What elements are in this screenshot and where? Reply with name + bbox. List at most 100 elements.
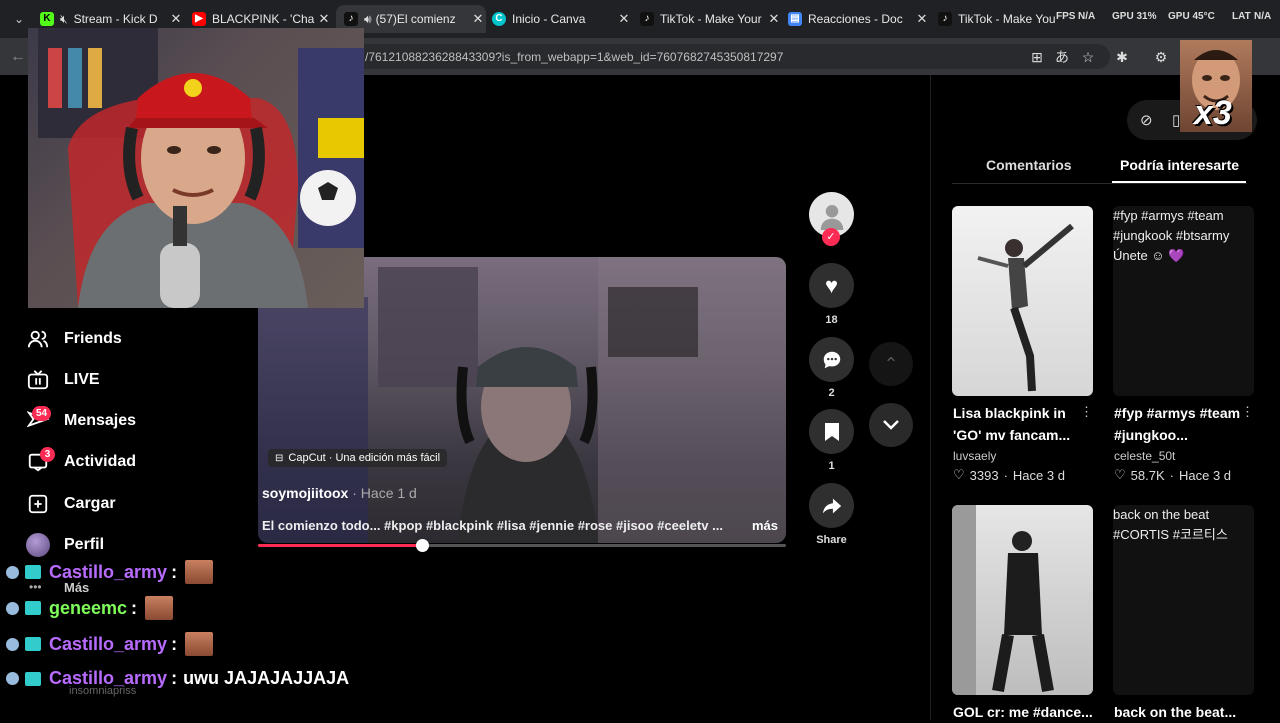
shield-badge-icon [6,601,19,615]
sidebar-item-live[interactable]: LIVE [26,368,100,392]
video-author[interactable]: soymojiitoox · Hace 1 d [262,485,417,501]
video-time: · Hace 1 d [352,485,417,501]
kick-icon: K [40,12,54,26]
close-tab-icon[interactable]: ✕ [766,11,782,27]
save-button[interactable] [809,409,854,454]
video-thumbnail-broken[interactable]: #fyp #armys #team #jungkook #btsarmy Úne… [1113,206,1254,396]
close-tab-icon[interactable]: ✕ [616,11,632,27]
chevron-down-icon [883,420,899,430]
chat-username: Castillo_army [49,633,168,654]
tiktok-icon: ♪ [344,12,358,26]
multiplier-label: x3 [1194,94,1232,132]
progress-bar[interactable] [258,539,786,552]
comment-icon [823,351,840,368]
heart-icon: ♥ [824,272,839,298]
share-button[interactable] [809,483,854,528]
comment-count: 2 [828,387,835,399]
extension-puzzle-icon[interactable]: ⚙ [1152,48,1170,66]
sidebar-item-friends[interactable]: Friends [26,327,122,351]
card-title[interactable]: Lisa blackpink in 'GO' mv fancam... [953,402,1083,446]
video-thumbnail[interactable] [952,206,1093,396]
extensions-icon[interactable]: ✱ [1113,48,1131,66]
caption-more-link[interactable]: más [752,518,778,533]
reaction-emote-overlay: x3 [1180,40,1252,132]
sidebar-item-messages[interactable]: Mensajes 54 [26,406,136,433]
chat-emote [185,632,214,656]
heart-outline-icon: ♡ [953,467,965,482]
messages-badge: 54 [32,406,52,421]
tab-comments[interactable]: Comentarios [986,157,1072,173]
follow-check-icon[interactable]: ✓ [822,228,840,246]
faded-chat-username: insomniapriss [69,685,137,697]
bookmark-star-icon[interactable]: ☆ [1079,48,1097,66]
tab-canva[interactable]: C Inicio - Canva ✕ [492,5,632,33]
docs-icon: ▤ [788,12,802,26]
translate-icon[interactable]: あ [1053,48,1071,66]
app-available-icon[interactable]: ⊞ [1028,48,1046,66]
broken-image-alt: back on the beat #CORTIS #코르티스 [1113,507,1228,542]
share-icon [822,498,841,513]
tab-tiktok[interactable]: ♪ TikTok - Make Your ✕ [640,5,782,33]
video-thumbnail[interactable] [952,505,1093,695]
like-button[interactable]: ♥ [809,263,854,308]
shield-badge-icon [6,637,19,651]
chevron-up-icon: ⌃ [883,353,899,374]
address-bar[interactable]: /7612108823628843309?is_from_webapp=1&we… [355,44,1110,69]
fps-value: N/A [1078,11,1096,22]
muted-speaker-icon[interactable]: 🔇︎ [60,12,68,27]
progress-handle[interactable] [415,539,429,552]
next-video-button[interactable] [869,403,913,447]
canva-icon: C [492,12,506,26]
lat-value: N/A [1254,11,1272,22]
video-thumbnail-broken[interactable]: back on the beat #CORTIS #코르티스 [1113,505,1254,695]
lat-label: LAT [1232,11,1251,22]
activity-badge: 3 [40,447,55,462]
tab-tiktok-2[interactable]: ♪ TikTok - Make Your [938,5,1056,33]
youtube-icon: ▶ [192,12,206,26]
upload-icon [26,492,50,516]
broken-image-alt: #fyp #armys #team #jungkook #btsarmy Úne… [1113,208,1233,263]
close-tab-icon[interactable]: ✕ [914,11,930,27]
close-tab-icon[interactable]: ✕ [168,11,184,27]
active-tab-indicator [1112,181,1246,183]
shield-badge-icon [6,565,19,579]
card-user[interactable]: celeste_50t [1114,449,1175,463]
speaker-icon[interactable]: 🔊︎ [364,12,372,27]
sub-badge-icon [25,565,41,579]
tab-search-dropdown-icon[interactable]: ⌄ [8,8,30,30]
close-tab-icon[interactable]: ✕ [470,11,486,27]
capcut-promo[interactable]: ⊟ CapCut · Una edición más fácil [268,449,448,467]
chat-message: geneemc : [6,596,174,620]
compass-icon[interactable]: ⊘ [1140,111,1153,129]
tab-recommended[interactable]: Podría interesarte [1120,157,1239,173]
comment-button[interactable] [809,337,854,382]
url-text[interactable]: /7612108823628843309?is_from_webapp=1&we… [365,50,783,64]
card-title[interactable]: #fyp #armys #team #jungkoo... [1114,402,1244,446]
chat-text: uwu JAJAJAJJAJA [183,668,350,688]
sidebar-item-activity[interactable]: Actividad 3 [26,447,136,474]
back-arrow-icon[interactable]: ← [10,48,26,66]
gpu-temp: GPU 45°C [1168,11,1215,22]
friends-icon [26,327,50,351]
sidebar-item-upload[interactable]: Cargar [26,492,116,516]
sidebar-item-profile[interactable]: Perfil [26,533,104,557]
shield-badge-icon [6,672,19,685]
close-tab-icon[interactable]: ✕ [316,11,332,27]
gpu-usage: GPU 31% [1112,11,1157,22]
like-count: 18 [825,314,838,326]
card-stats: ♡ 3393 · Hace 3 d [953,467,1065,483]
bookmark-icon [824,422,839,441]
chat-message: Castillo_army : [6,632,214,656]
webcam-overlay [28,28,364,308]
tab-docs[interactable]: ▤ Reacciones - Doc ✕ [788,5,930,33]
progress-fill [258,544,422,547]
chat-emote [145,596,174,620]
tiktok-icon: ♪ [938,12,952,26]
capcut-icon: ⊟ [275,452,284,464]
previous-video-button[interactable]: ⌃ [869,342,913,386]
sub-badge-icon [25,637,41,651]
tiktok-icon: ♪ [640,12,654,26]
live-icon [26,368,50,392]
sub-badge-icon [25,671,41,686]
card-user[interactable]: luvsaely [953,449,996,463]
